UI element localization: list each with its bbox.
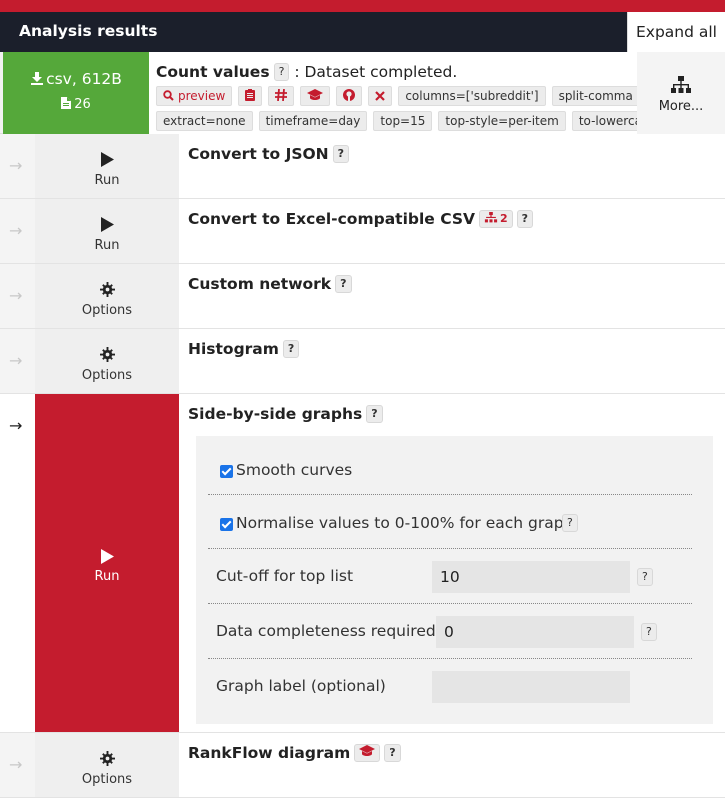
download-label: csv, 612B bbox=[3, 70, 149, 88]
arrow-right-icon: → bbox=[9, 156, 23, 175]
processor-custom-network: → Options Custom network? bbox=[0, 264, 725, 329]
dataset-help-button[interactable]: ? bbox=[273, 63, 290, 81]
param-tag: top=15 bbox=[373, 111, 433, 131]
play-icon bbox=[101, 549, 114, 564]
gear-icon bbox=[100, 751, 115, 766]
arrow-right-icon: → bbox=[9, 221, 23, 240]
param-tag: top-style=per-item bbox=[438, 111, 566, 131]
dataset-title-line: Count values? : Dataset completed. bbox=[156, 63, 457, 81]
processor-title: Convert to JSON? bbox=[188, 145, 350, 163]
arrow-right-icon: → bbox=[9, 351, 23, 370]
help-button[interactable]: ? bbox=[562, 514, 578, 532]
github-icon bbox=[343, 89, 356, 101]
processor-histogram: → Options Histogram? bbox=[0, 329, 725, 394]
search-icon bbox=[163, 90, 174, 101]
sitemap-icon bbox=[671, 76, 691, 93]
arrow-right-icon: → bbox=[9, 286, 23, 305]
arrow-right-icon: → bbox=[9, 416, 23, 435]
processor-title: Histogram? bbox=[188, 340, 300, 358]
processor-title: RankFlow diagram? bbox=[188, 744, 401, 762]
run-button[interactable]: Run bbox=[35, 199, 179, 263]
delete-button[interactable] bbox=[368, 86, 393, 106]
dataset-status: : Dataset completed. bbox=[294, 63, 458, 81]
option-normalise: Normalise values to 0-100% for each grap… bbox=[208, 495, 692, 549]
run-button[interactable]: Run bbox=[35, 394, 179, 732]
param-tag: extract=none bbox=[156, 111, 253, 131]
processor-options-panel: Smooth curves Normalise values to 0-100%… bbox=[196, 436, 713, 724]
help-button[interactable]: ? bbox=[637, 568, 653, 586]
arrow-right-icon: → bbox=[9, 755, 23, 774]
processor-convert-json: → Run Convert to JSON? bbox=[0, 134, 725, 199]
run-button[interactable]: Run bbox=[35, 134, 179, 198]
results-header: Analysis results bbox=[0, 12, 627, 52]
preview-button[interactable]: preview bbox=[156, 86, 233, 106]
top-accent-bar bbox=[0, 0, 725, 12]
gear-icon bbox=[100, 347, 115, 362]
row-count: 26 bbox=[3, 97, 149, 112]
dataset-title: Count values bbox=[156, 63, 270, 81]
clipboard-button[interactable] bbox=[238, 86, 263, 106]
sitemap-icon bbox=[484, 212, 498, 223]
options-button[interactable]: Options bbox=[35, 733, 179, 797]
graduation-button[interactable] bbox=[300, 86, 331, 106]
file-icon bbox=[61, 97, 72, 109]
param-tag: split-comma bbox=[551, 86, 640, 106]
play-icon bbox=[101, 217, 114, 232]
close-icon bbox=[375, 91, 386, 101]
help-button[interactable]: ? bbox=[282, 340, 300, 358]
help-button[interactable]: ? bbox=[332, 145, 350, 163]
normalise-checkbox[interactable] bbox=[220, 518, 233, 531]
option-smooth-curves: Smooth curves bbox=[208, 436, 692, 495]
hash-icon bbox=[275, 88, 288, 102]
completeness-input[interactable]: 0 bbox=[436, 616, 634, 648]
param-tag: columns=['subreddit'] bbox=[398, 86, 546, 106]
github-button[interactable] bbox=[336, 86, 363, 106]
clipboard-icon bbox=[245, 89, 256, 101]
hash-button[interactable] bbox=[268, 86, 295, 106]
more-label: More... bbox=[658, 99, 704, 114]
help-button[interactable]: ? bbox=[335, 275, 352, 293]
graduation-cap-icon bbox=[307, 89, 324, 100]
options-button[interactable]: Options bbox=[35, 329, 179, 393]
more-button[interactable]: More... bbox=[637, 52, 725, 134]
processor-rankflow: → Options RankFlow diagram? bbox=[0, 733, 725, 798]
expand-all-button[interactable]: Expand all bbox=[627, 12, 725, 52]
processor-title: Convert to Excel-compatible CSV 2? bbox=[188, 210, 534, 228]
help-button[interactable]: ? bbox=[516, 210, 534, 228]
options-button[interactable]: Options bbox=[35, 264, 179, 328]
graduation-cap-icon bbox=[359, 745, 376, 756]
graduation-badge[interactable] bbox=[354, 744, 381, 762]
page-title: Analysis results bbox=[19, 22, 158, 40]
help-button[interactable]: ? bbox=[641, 623, 657, 641]
processor-convert-excel: → Run Convert to Excel-compatible CSV 2? bbox=[0, 199, 725, 264]
processor-title: Side-by-side graphs? bbox=[188, 405, 383, 423]
dataset-params: extract=none timeframe=day top=15 top-st… bbox=[156, 111, 663, 133]
option-graph-label: Graph label (optional) bbox=[208, 659, 692, 714]
help-button[interactable]: ? bbox=[384, 744, 401, 762]
help-button[interactable]: ? bbox=[366, 405, 383, 423]
param-tag: timeframe=day bbox=[258, 111, 368, 131]
download-csv-button[interactable]: csv, 612B 26 bbox=[3, 52, 149, 134]
option-cutoff: Cut-off for top list 10 ? bbox=[208, 549, 692, 604]
cutoff-input[interactable]: 10 bbox=[432, 561, 630, 593]
dataset-actions: preview columns=['subreddit'] split-comm… bbox=[156, 86, 640, 108]
play-icon bbox=[101, 152, 114, 167]
smooth-curves-checkbox[interactable] bbox=[220, 465, 233, 478]
graph-label-input[interactable] bbox=[432, 671, 630, 703]
download-icon bbox=[31, 72, 44, 85]
option-completeness: Data completeness required 0 ? bbox=[208, 604, 692, 659]
dataset-content: Count values? : Dataset completed. previ… bbox=[149, 52, 663, 134]
child-count-badge[interactable]: 2 bbox=[479, 210, 513, 228]
gear-icon bbox=[100, 282, 115, 297]
processor-title: Custom network? bbox=[188, 275, 352, 293]
